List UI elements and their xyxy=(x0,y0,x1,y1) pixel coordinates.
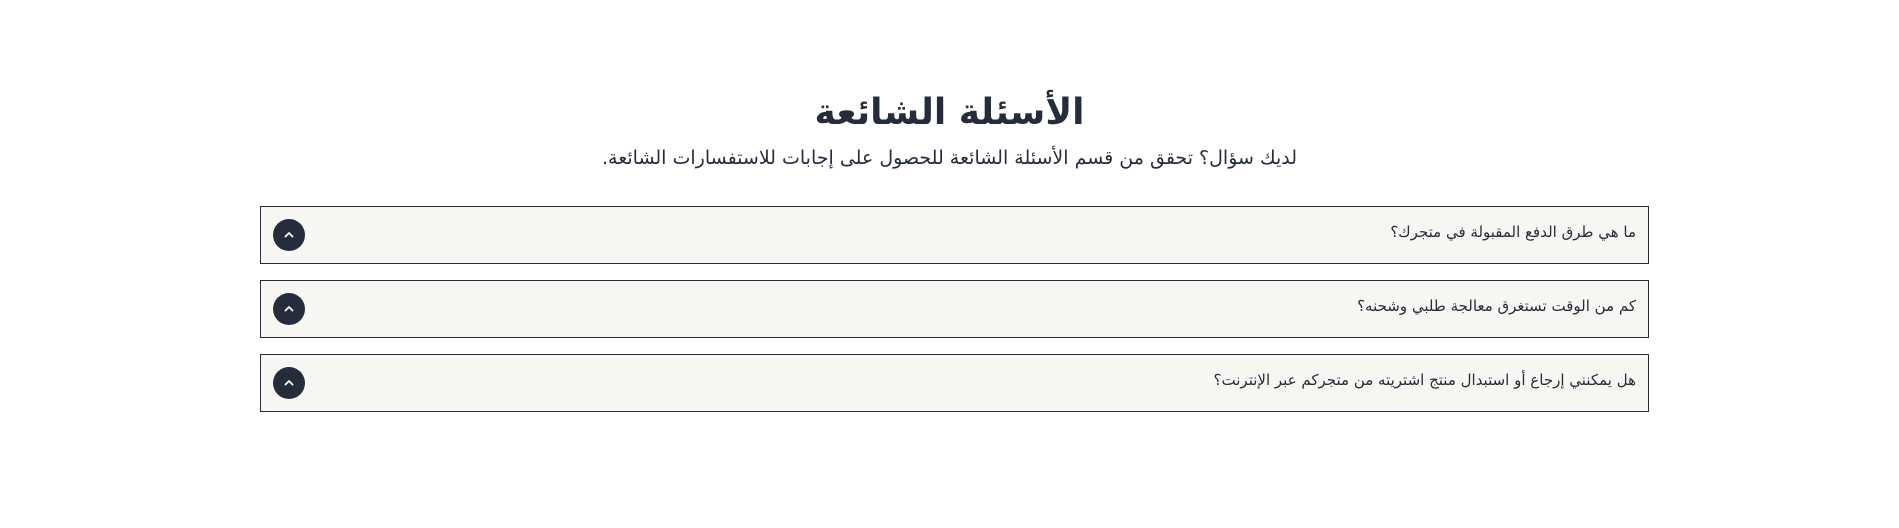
faq-toggle-button[interactable] xyxy=(273,367,305,399)
faq-toggle-button[interactable] xyxy=(273,293,305,325)
faq-item-returns[interactable]: هل يمكنني إرجاع أو استبدال منتج اشتريته … xyxy=(260,354,1649,412)
faq-list: ما هي طرق الدفع المقبولة في متجرك؟ كم من… xyxy=(260,206,1649,428)
chevron-up-icon xyxy=(284,380,294,386)
page-title: الأسئلة الشائعة xyxy=(814,92,1085,133)
chevron-up-icon xyxy=(284,306,294,312)
page-subtitle: لديك سؤال؟ تحقق من قسم الأسئلة الشائعة ل… xyxy=(601,147,1298,169)
faq-item-payment-methods[interactable]: ما هي طرق الدفع المقبولة في متجرك؟ xyxy=(260,206,1649,264)
faq-section: الأسئلة الشائعة لديك سؤال؟ تحقق من قسم ا… xyxy=(0,0,1899,528)
faq-question: هل يمكنني إرجاع أو استبدال منتج اشتريته … xyxy=(1213,371,1636,389)
chevron-up-icon xyxy=(284,232,294,238)
faq-question: ما هي طرق الدفع المقبولة في متجرك؟ xyxy=(1390,223,1636,241)
faq-toggle-button[interactable] xyxy=(273,219,305,251)
faq-question: كم من الوقت تستغرق معالجة طلبي وشحنه؟ xyxy=(1357,297,1636,315)
faq-header: الأسئلة الشائعة لديك سؤال؟ تحقق من قسم ا… xyxy=(0,88,1899,173)
faq-item-processing-time[interactable]: كم من الوقت تستغرق معالجة طلبي وشحنه؟ xyxy=(260,280,1649,338)
